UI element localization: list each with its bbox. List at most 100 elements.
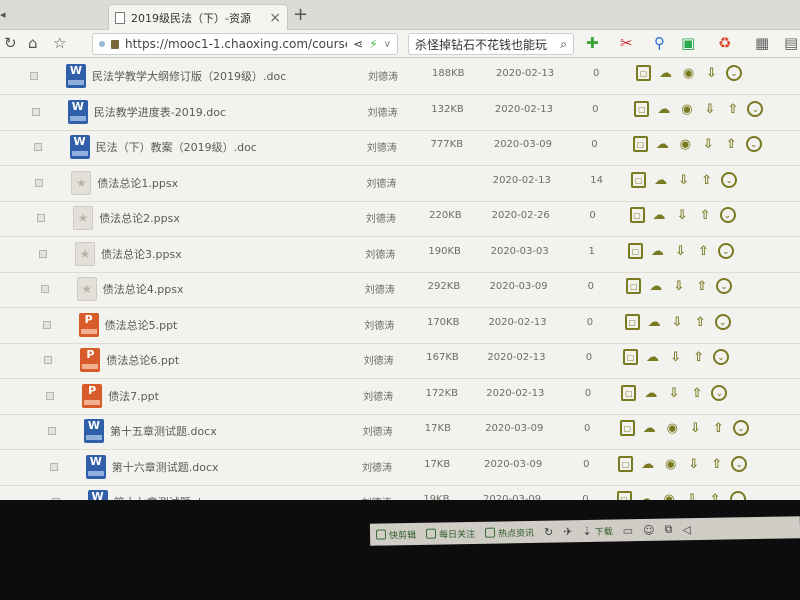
bolt-icon[interactable]: ⚡ [369, 37, 377, 51]
copy-icon[interactable]: ▢ [627, 242, 643, 259]
window-icon[interactable]: ⧉ [664, 522, 672, 536]
search-input[interactable]: 杀怪掉钻石不花钱也能玩 ⌕ [408, 33, 574, 55]
move-up-icon[interactable]: ⇧ [698, 172, 715, 189]
file-row[interactable]: ★ 债法总论4.ppsx 刘德涛 292KB 2020-03-09 0 ▢ ☁ ⇩ ⇧ ⌄ [0, 271, 800, 308]
cloud-upload-icon[interactable]: ☁ [649, 243, 666, 260]
site-info-icon[interactable] [99, 41, 105, 47]
file-name-link[interactable]: 民法（下）教案（2019级）.doc [96, 139, 257, 155]
address-bar[interactable]: https://mooc1-1.chaoxing.com/coursedat ⋖… [92, 33, 398, 55]
status-item-clip[interactable]: 快剪辑 [375, 527, 416, 541]
cloud-upload-icon[interactable]: ☁ [652, 172, 669, 189]
row-checkbox[interactable] [33, 143, 42, 151]
more-chevron-icon[interactable]: ⌄ [713, 349, 730, 365]
file-row[interactable]: W 第十六章测试题.docx 刘德涛 17KB 2020-03-09 0 ▢ ☁ ◉ ⇩ ⇧ ⌄ [0, 449, 800, 486]
file-row[interactable]: W 民法教学进度表-2019.doc 刘德涛 132KB 2020-02-13 0 ▢ ☁ ◉ ⇩… [0, 94, 800, 131]
search-icon[interactable]: ⌕ [560, 37, 567, 52]
row-checkbox[interactable] [48, 427, 56, 435]
copy-icon[interactable]: ▢ [626, 278, 642, 294]
download-icon[interactable]: ⇩ [672, 243, 689, 260]
cloud-upload-icon[interactable]: ☁ [655, 101, 672, 118]
file-name-link[interactable]: 债法总论4.ppsx [103, 281, 184, 297]
cloud-upload-icon[interactable]: ☁ [651, 207, 668, 224]
apps-grid-icon[interactable]: ▦ [755, 34, 769, 52]
row-checkbox[interactable] [31, 107, 40, 116]
status-item-daily[interactable]: 每日关注 [425, 526, 475, 540]
more-chevron-icon[interactable]: ⌄ [711, 384, 728, 401]
row-checkbox[interactable] [42, 320, 51, 329]
cloud-upload-icon[interactable]: ☁ [638, 491, 655, 500]
copy-icon[interactable]: ▢ [619, 420, 635, 436]
download-icon[interactable]: ⇩ [701, 101, 718, 118]
more-chevron-icon[interactable]: ⌄ [717, 242, 734, 259]
move-up-icon[interactable]: ⇧ [724, 101, 741, 118]
more-chevron-icon[interactable]: ⌄ [731, 455, 748, 472]
file-name-link[interactable]: 民法学教学大纲修订版（2019级）.doc [92, 68, 286, 84]
move-up-icon[interactable]: ⇧ [707, 491, 724, 500]
file-row[interactable]: ★ 债法总论1.ppsx 刘德涛 2020-02-13 14 ▢ ☁ ⇩ ⇧ ⌄ [0, 165, 800, 202]
cloud-upload-icon[interactable]: ☁ [646, 314, 663, 331]
file-name-link[interactable]: 债法总论5.ppt [105, 317, 178, 333]
move-up-icon[interactable]: ⇧ [688, 385, 705, 402]
file-name-link[interactable]: 债法总论1.ppsx [97, 175, 178, 191]
download-icon[interactable]: ⇩ [703, 65, 720, 82]
download-icon[interactable]: ⇩ [700, 136, 717, 153]
move-up-icon[interactable]: ⇧ [723, 136, 740, 153]
row-checkbox[interactable] [49, 462, 58, 471]
refresh-icon[interactable]: ↻ [4, 34, 17, 52]
file-row[interactable]: ★ 债法总论2.ppsx 刘德涛 220KB 2020-02-26 0 ▢ ☁ ⇩ ⇧ ⌄ [0, 200, 800, 237]
extension-icon[interactable]: ♻ [718, 34, 731, 52]
home-icon[interactable]: ⌂ [28, 34, 38, 52]
download-icon[interactable]: ⇩ [675, 172, 692, 189]
move-up-icon[interactable]: ⇧ [708, 456, 725, 473]
more-chevron-icon[interactable]: ⌄ [745, 136, 762, 152]
cloud-upload-icon[interactable]: ☁ [644, 349, 661, 366]
row-checkbox[interactable] [44, 356, 53, 364]
volume-icon[interactable]: ◁ [682, 523, 691, 536]
file-row[interactable]: W 第十七章测试题.docx 刘德涛 19KB 2020-03-09 0 ▢ ☁ ◉ ⇩ ⇧ ⌄ [0, 484, 800, 500]
file-row[interactable]: W 第十五章测试题.docx 刘德涛 17KB 2020-03-09 0 ▢ ☁ ◉ ⇩ ⇧ ⌄ [0, 413, 800, 450]
magnifier-icon[interactable]: ⚲ [654, 34, 665, 52]
copy-icon[interactable]: ▢ [621, 384, 637, 401]
move-up-icon[interactable]: ⇧ [695, 243, 712, 260]
cloud-upload-icon[interactable]: ☁ [642, 385, 659, 402]
move-up-icon[interactable]: ⇧ [690, 349, 707, 366]
download-icon[interactable]: ⇩ [670, 278, 687, 295]
copy-icon[interactable]: ▢ [636, 65, 651, 81]
more-chevron-icon[interactable]: ⌄ [747, 100, 764, 117]
copy-icon[interactable]: ▢ [634, 100, 650, 117]
download-icon[interactable]: ⇩ [669, 314, 686, 331]
preview-eye-icon[interactable]: ◉ [678, 101, 695, 118]
copy-icon[interactable]: ▢ [632, 136, 648, 152]
copy-icon[interactable]: ▢ [618, 455, 634, 472]
file-name-link[interactable]: 债法总论2.ppsx [99, 210, 180, 226]
more-chevron-icon[interactable]: ⌄ [721, 171, 738, 188]
preview-eye-icon[interactable]: ◉ [664, 420, 681, 437]
star-icon[interactable]: ☆ [53, 34, 66, 52]
cloud-upload-icon[interactable]: ☁ [641, 420, 658, 437]
file-name-link[interactable]: 民法教学进度表-2019.doc [94, 104, 226, 120]
download-icon[interactable]: ⇩ [687, 420, 704, 437]
download-icon[interactable]: ⇩ [685, 456, 702, 473]
file-name-link[interactable]: 债法7.ppt [108, 388, 159, 404]
cloud-upload-icon[interactable]: ☁ [647, 278, 664, 295]
file-row[interactable]: P 债法总论5.ppt 刘德涛 170KB 2020-02-13 0 ▢ ☁ ⇩ ⇧ ⌄ [0, 307, 800, 344]
share-icon[interactable]: ⋖ [353, 37, 363, 51]
more-chevron-icon[interactable]: ⌄ [719, 207, 736, 223]
cloud-upload-icon[interactable]: ☁ [639, 456, 656, 473]
download-icon[interactable]: ⇩ [684, 491, 701, 500]
copy-icon[interactable]: ▢ [629, 207, 645, 223]
cloud-upload-icon[interactable]: ☁ [654, 136, 671, 153]
download-icon[interactable]: ⇩ [667, 349, 684, 366]
chevron-down-icon[interactable]: ∨ [384, 39, 391, 50]
copy-icon[interactable]: ▢ [624, 313, 640, 330]
file-row[interactable]: P 债法总论6.ppt 刘德涛 167KB 2020-02-13 0 ▢ ☁ ⇩ ⇧ ⌄ [0, 342, 800, 379]
file-row[interactable]: W 民法（下）教案（2019级）.doc 刘德涛 777KB 2020-03-09 0 ▢ ☁… [0, 129, 800, 166]
download-icon[interactable]: ⇩ [674, 207, 691, 224]
file-name-link[interactable]: 第十五章测试题.docx [110, 423, 217, 439]
more-chevron-icon[interactable]: ⌄ [714, 313, 731, 330]
pin-icon[interactable]: ✈ [563, 525, 572, 538]
download-button[interactable]: ⇣ 下载 [582, 524, 612, 537]
download-icon[interactable]: ⇩ [665, 385, 682, 402]
row-checkbox[interactable] [37, 214, 46, 222]
copy-icon[interactable]: ▢ [623, 349, 639, 365]
